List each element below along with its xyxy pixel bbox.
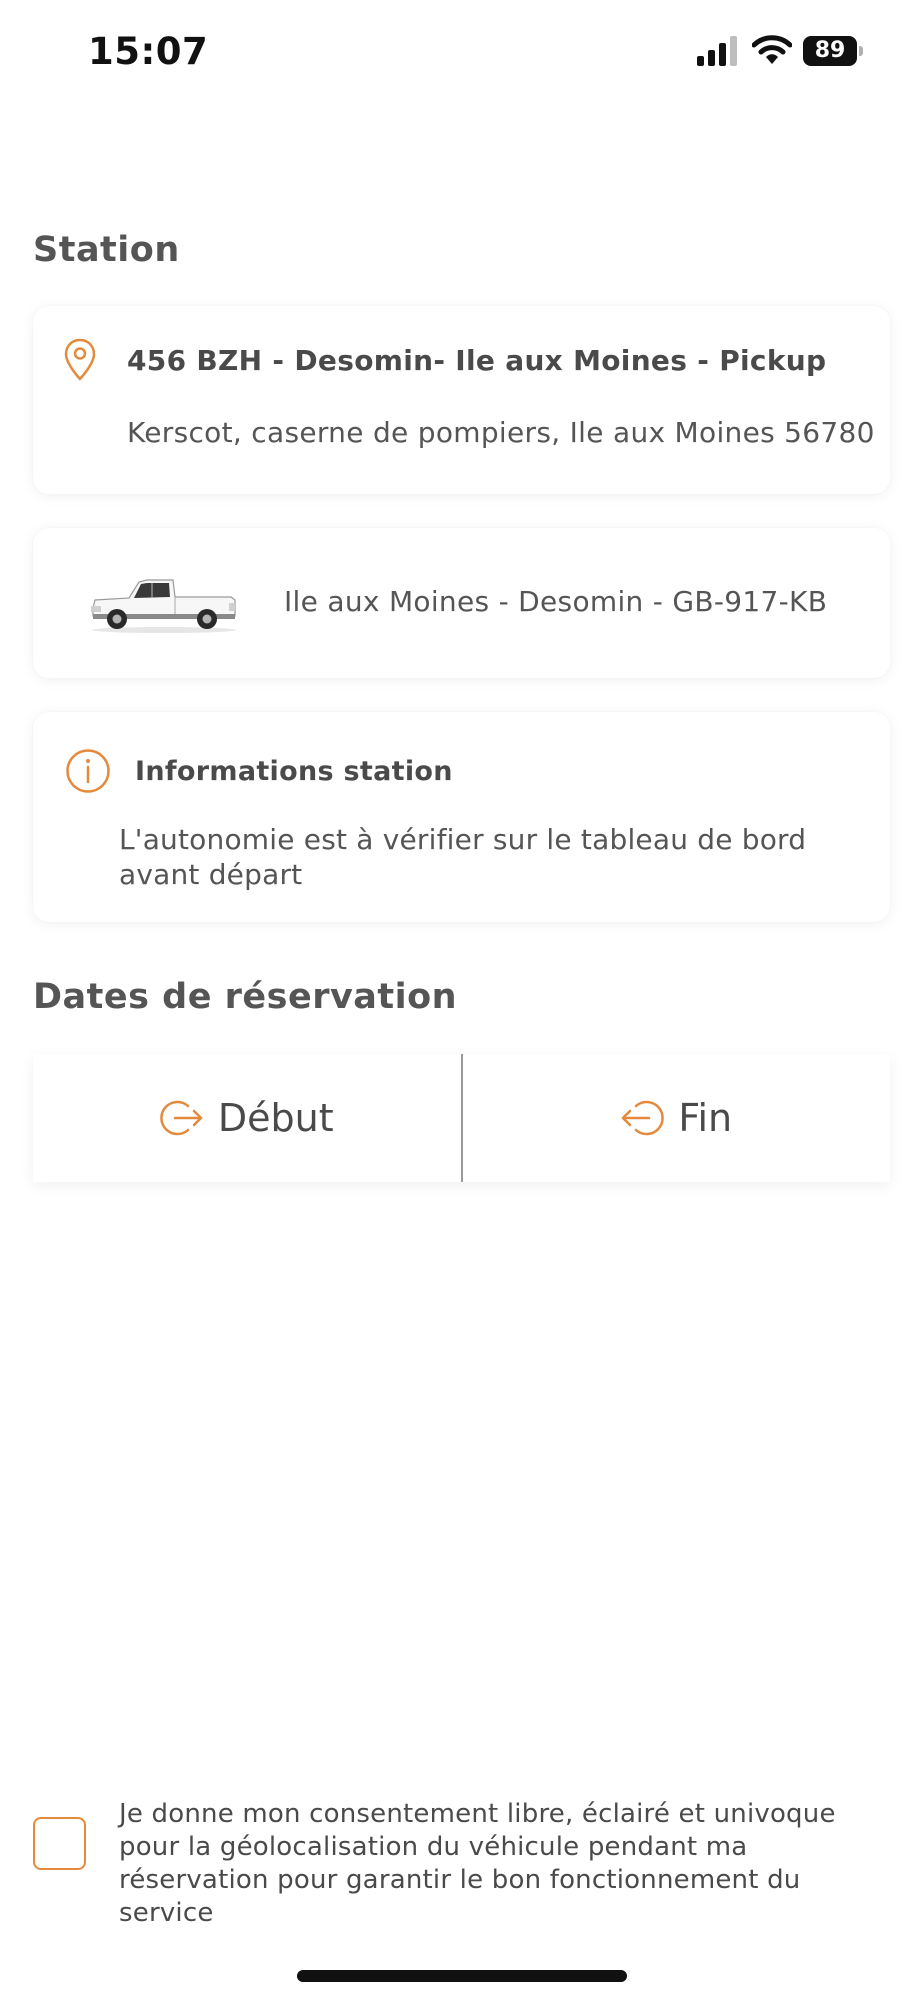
info-title: Informations station [135,756,453,787]
home-indicator [297,1970,627,1982]
consent-text: Je donne mon consentement libre, éclairé… [119,1799,836,1928]
battery-icon: 89 [803,36,863,66]
wifi-icon [752,35,792,64]
start-date-label: Début [217,1096,334,1140]
status-time: 15:07 [88,30,209,73]
consent-checkbox[interactable] [33,1817,86,1870]
location-pin-icon [64,338,96,381]
vehicle-card[interactable]: Ile aux Moines - Desomin - GB-917-KB [33,528,890,678]
vehicle-name: Ile aux Moines - Desomin - GB-917-KB [284,585,828,618]
station-card[interactable]: 456 BZH - Desomin- Ile aux Moines - Pick… [33,306,890,494]
end-date-button[interactable]: Fin [463,1054,891,1182]
dates-row: Début Fin [33,1054,890,1182]
battery-nub [859,46,863,56]
station-name: 456 BZH - Desomin- Ile aux Moines - Pick… [127,344,827,377]
screen: 15:07 89 Station 456 BZH - Desomin- Ile … [0,0,924,2000]
section-title-station: Station [33,230,180,270]
pickup-truck-image [91,579,236,633]
status-bar: 15:07 89 [0,0,924,100]
station-address: Kerscot, caserne de pompiers, Ile aux Mo… [127,416,875,449]
end-date-label: Fin [678,1096,733,1140]
battery-level: 89 [803,36,857,66]
cellular-signal-icon [697,36,737,66]
start-date-button[interactable]: Début [33,1054,461,1182]
info-text: L'autonomie est à vérifier sur le tablea… [119,823,807,891]
info-card: Informations station L'autonomie est à v… [33,712,890,922]
section-title-dates: Dates de réservation [33,977,458,1017]
sign-in-icon [622,1100,665,1136]
sign-out-icon [160,1100,203,1136]
info-circle-icon [66,749,110,793]
